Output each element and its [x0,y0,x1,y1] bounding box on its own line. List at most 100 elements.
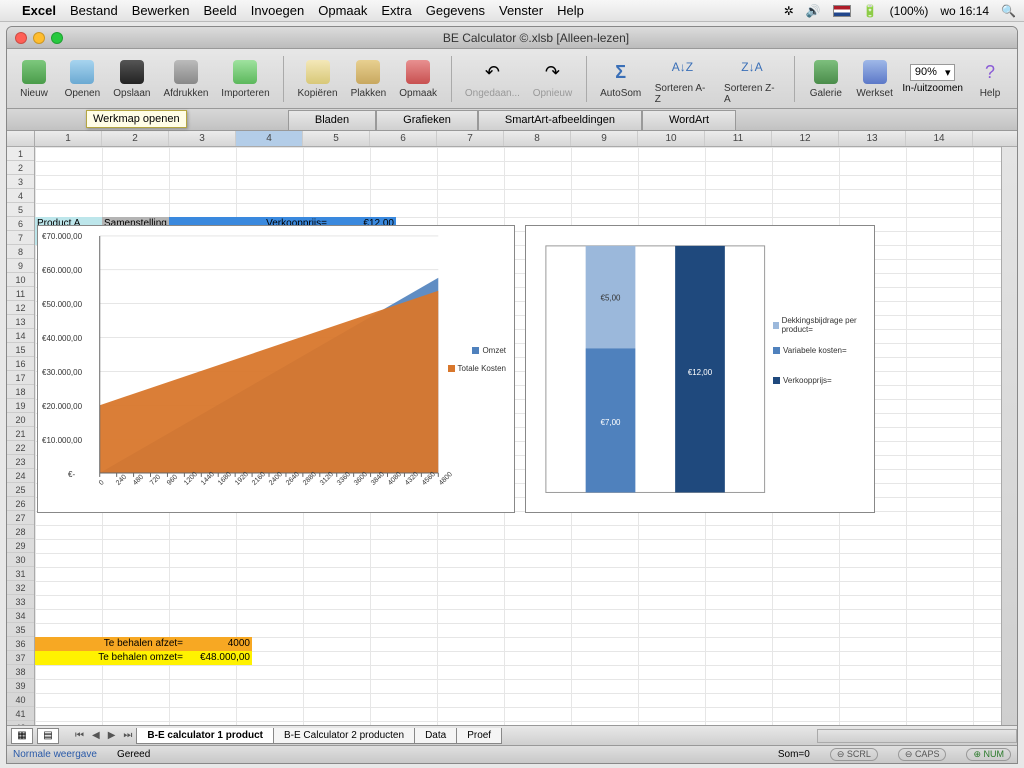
col-header[interactable]: 9 [571,131,638,146]
cell-omzet-val[interactable]: €48.000,00 [185,651,252,665]
sheet-tab-2[interactable]: B-E Calculator 2 producten [273,728,415,744]
row-header[interactable]: 42 [7,721,34,725]
row-header[interactable]: 5 [7,203,34,217]
row-header[interactable]: 35 [7,623,34,637]
close-icon[interactable] [15,32,27,44]
row-header[interactable]: 19 [7,399,34,413]
menu-gegevens[interactable]: Gegevens [426,3,485,18]
row-header[interactable]: 11 [7,287,34,301]
row-header[interactable]: 32 [7,581,34,595]
import-button[interactable]: Importeren [218,56,273,101]
row-header[interactable]: 34 [7,609,34,623]
col-header[interactable]: 14 [906,131,973,146]
tab-prev-icon[interactable]: ◀ [88,730,104,741]
sort-az-button[interactable]: A↓ZSorteren A-Z [651,51,714,107]
cell-afzet-lbl[interactable]: Te behalen afzet= [35,637,185,651]
autosum-button[interactable]: ΣAutoSom [597,56,645,101]
row-header[interactable]: 31 [7,567,34,581]
row-header[interactable]: 22 [7,441,34,455]
sort-za-button[interactable]: Z↓ASorteren Z-A [720,51,784,107]
app-name[interactable]: Excel [22,3,56,18]
col-header[interactable]: 5 [303,131,370,146]
cell-omzet-lbl[interactable]: Te behalen omzet= [35,651,185,665]
row-header[interactable]: 10 [7,273,34,287]
row-header[interactable]: 17 [7,371,34,385]
row-header[interactable]: 25 [7,483,34,497]
row-header[interactable]: 3 [7,175,34,189]
chart-breakeven-area[interactable]: €70.000,00 €60.000,00 €50.000,00 €40.000… [37,225,515,513]
menu-beeld[interactable]: Beeld [204,3,237,18]
zoom-input[interactable]: 90%▾ [910,64,956,81]
col-header[interactable]: 2 [102,131,169,146]
row-header[interactable]: 39 [7,679,34,693]
print-button[interactable]: Afdrukken [160,56,212,101]
row-header[interactable]: 6 [7,217,34,231]
col-header[interactable]: 7 [437,131,504,146]
row-header[interactable]: 21 [7,427,34,441]
menu-bestand[interactable]: Bestand [70,3,118,18]
help-button[interactable]: ?Help [969,56,1011,101]
sheet-tab-4[interactable]: Proef [456,728,502,744]
row-header[interactable]: 24 [7,469,34,483]
vertical-scrollbar[interactable] [1001,147,1017,725]
row-header[interactable]: 38 [7,665,34,679]
clock[interactable]: wo 16:14 [940,4,989,18]
col-header[interactable]: 12 [772,131,839,146]
row-header[interactable]: 40 [7,693,34,707]
select-all-corner[interactable] [7,131,35,146]
col-header[interactable]: 10 [638,131,705,146]
zoom-icon[interactable] [51,32,63,44]
row-header[interactable]: 14 [7,329,34,343]
chart-price-breakdown[interactable]: €5,00 €7,00 €12,00 Dekkingsbijdrage per … [525,225,875,513]
menu-extra[interactable]: Extra [381,3,411,18]
row-header[interactable]: 30 [7,553,34,567]
tab-last-icon[interactable]: ⏭ [119,730,136,741]
page-layout-icon[interactable]: ▤ [37,728,59,744]
row-header[interactable]: 20 [7,413,34,427]
paste-button[interactable]: Plakken [347,56,390,101]
spotlight-icon[interactable]: 🔍 [1001,4,1016,18]
new-button[interactable]: Nieuw [13,56,55,101]
copy-button[interactable]: Kopiëren [294,56,341,101]
menu-invoegen[interactable]: Invoegen [251,3,305,18]
sheet-tab-1[interactable]: B-E calculator 1 product [136,728,274,744]
row-header[interactable]: 26 [7,497,34,511]
row-header[interactable]: 4 [7,189,34,203]
col-header[interactable]: 3 [169,131,236,146]
menu-opmaak[interactable]: Opmaak [318,3,367,18]
row-header[interactable]: 15 [7,343,34,357]
script-menu-icon[interactable]: ✲ [784,4,794,18]
tab-smartart[interactable]: SmartArt-afbeeldingen [478,110,642,130]
row-header[interactable]: 1 [7,147,34,161]
normal-view-icon[interactable]: ▦ [11,728,33,744]
row-header[interactable]: 36 [7,637,34,651]
row-header[interactable]: 13 [7,315,34,329]
row-header[interactable]: 2 [7,161,34,175]
row-header[interactable]: 28 [7,525,34,539]
row-header[interactable]: 8 [7,245,34,259]
tab-first-icon[interactable]: ⏮ [71,730,88,741]
tab-next-icon[interactable]: ▶ [104,730,120,741]
row-header[interactable]: 33 [7,595,34,609]
col-header[interactable]: 6 [370,131,437,146]
col-header[interactable]: 11 [705,131,772,146]
volume-icon[interactable]: 🔊 [806,4,821,18]
undo-button[interactable]: ↶Ongedaan... [462,56,524,101]
battery-icon[interactable]: 🔋 [863,4,878,18]
row-header[interactable]: 12 [7,301,34,315]
row-header[interactable]: 37 [7,651,34,665]
col-header[interactable]: 1 [35,131,102,146]
row-header[interactable]: 16 [7,357,34,371]
toolbox-button[interactable]: Werkset [853,56,897,101]
col-header[interactable]: 13 [839,131,906,146]
chevron-down-icon[interactable]: ▾ [945,66,951,79]
col-header[interactable]: 8 [504,131,571,146]
tab-bladen[interactable]: Bladen [288,110,376,130]
gallery-button[interactable]: Galerie [805,56,847,101]
sheet-tab-3[interactable]: Data [414,728,457,744]
grid[interactable]: 1234567891011121314151617181920212223242… [7,147,1017,725]
open-button[interactable]: Openen [61,56,104,101]
tab-wordart[interactable]: WordArt [642,110,736,130]
row-header[interactable]: 9 [7,259,34,273]
minimize-icon[interactable] [33,32,45,44]
